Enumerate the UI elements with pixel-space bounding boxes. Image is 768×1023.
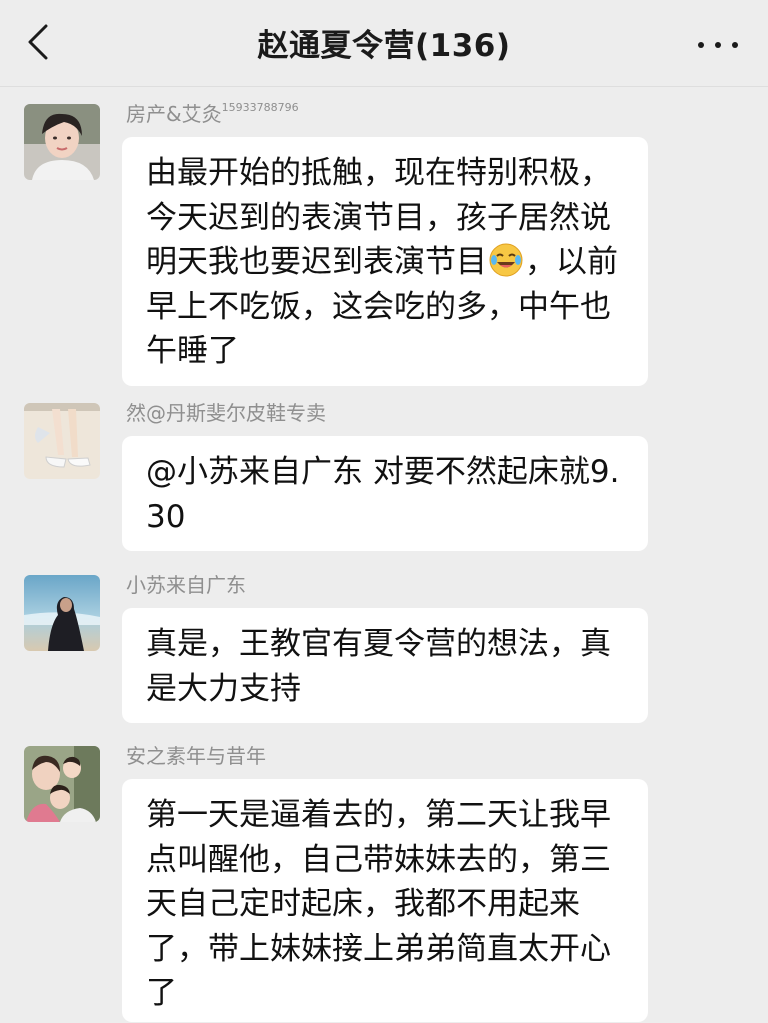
- sender-name: 然@丹斯斐尔皮鞋专卖: [126, 401, 326, 425]
- chat-title: 赵通夏令营(136): [257, 28, 511, 64]
- message-item: 然@丹斯斐尔皮鞋专卖 @小苏来自广东 对要不然起床就9.30: [0, 401, 768, 553]
- laugh-cry-emoji-icon: [489, 243, 523, 277]
- message-text: 第一天是逼着去的，第二天让我早点叫醒他，自己带妹妹去的，第三天自己定时起床，我都…: [146, 797, 611, 1011]
- avatar[interactable]: [24, 575, 100, 651]
- message-bubble[interactable]: 由最开始的抵触，现在特别积极，今天迟到的表演节目，孩子居然说明天我也要迟到表演节…: [122, 137, 648, 386]
- message-bubble[interactable]: 真是，王教官有夏令营的想法，真是大力支持: [122, 608, 648, 723]
- message-bubble[interactable]: @小苏来自广东 对要不然起床就9.30: [122, 436, 648, 551]
- message-list[interactable]: 房产&艾灸15933788796 由最开始的抵触，现在特别积极，今天迟到的表演节…: [0, 87, 768, 1023]
- chat-header: 赵通夏令营(136): [0, 0, 768, 87]
- sender-name: 安之素年与昔年: [126, 744, 266, 768]
- sender-name-text: 房产&艾灸: [126, 102, 222, 126]
- sender-name: 小苏来自广东: [126, 573, 246, 597]
- message-text: 真是，王教官有夏令营的想法，真是大力支持: [146, 626, 611, 707]
- message-bubble[interactable]: 第一天是逼着去的，第二天让我早点叫醒他，自己带妹妹去的，第三天自己定时起床，我都…: [122, 779, 648, 1022]
- message-item: 安之素年与昔年 第一天是逼着去的，第二天让我早点叫醒他，自己带妹妹去的，第三天自…: [0, 744, 768, 1023]
- avatar[interactable]: [24, 104, 100, 180]
- more-options-button[interactable]: [698, 30, 738, 60]
- more-dot: [715, 42, 721, 48]
- message-item: 房产&艾灸15933788796 由最开始的抵触，现在特别积极，今天迟到的表演节…: [0, 101, 768, 386]
- chevron-left-icon: [28, 24, 48, 60]
- sender-name: 房产&艾灸15933788796: [126, 98, 299, 127]
- more-dot: [732, 42, 738, 48]
- avatar[interactable]: [24, 403, 100, 479]
- message-item: 小苏来自广东 真是，王教官有夏令营的想法，真是大力支持: [0, 573, 768, 725]
- sender-phone: 15933788796: [221, 101, 299, 115]
- more-dot: [698, 42, 704, 48]
- avatar[interactable]: [24, 746, 100, 822]
- message-text: @小苏来自广东 对要不然起床就9.30: [146, 454, 620, 535]
- back-button[interactable]: [18, 22, 58, 62]
